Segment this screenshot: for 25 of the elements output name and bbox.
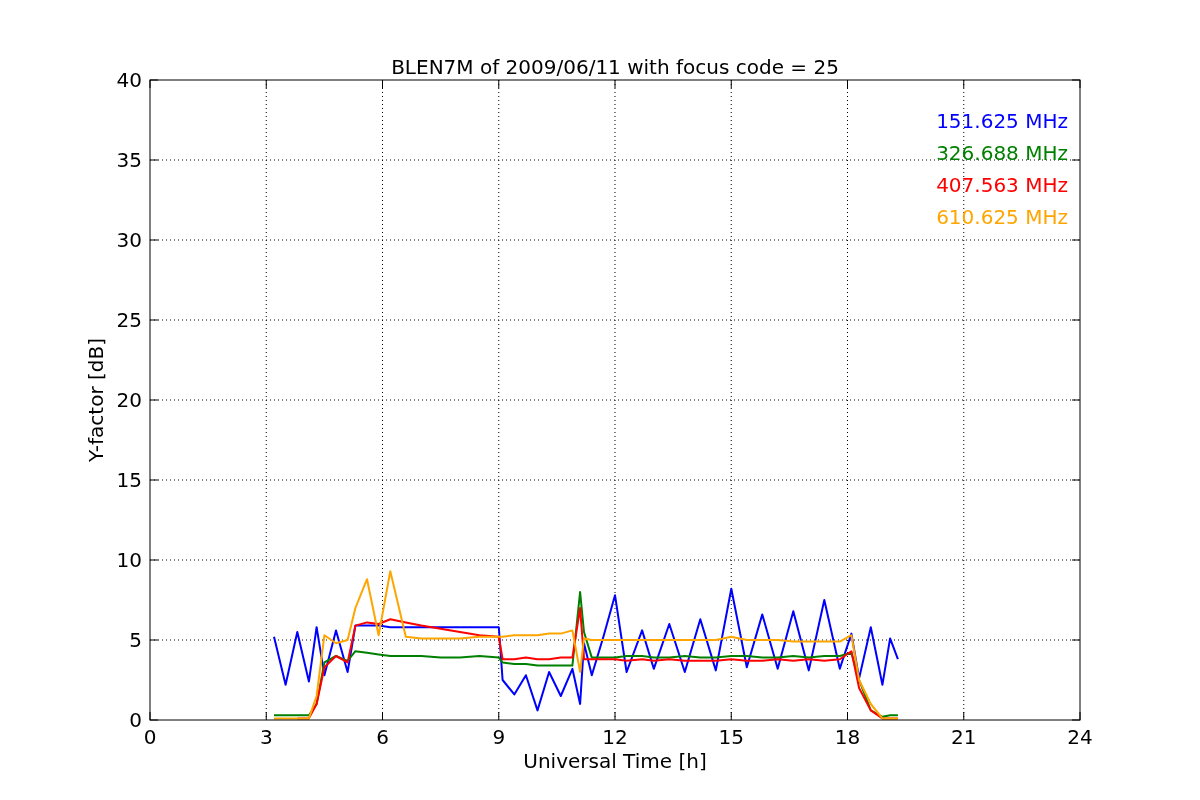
y-tick-label: 0 (129, 708, 142, 732)
x-tick-label: 18 (834, 725, 861, 749)
y-tick-label: 40 (116, 68, 142, 92)
x-tick-label: 24 (1067, 725, 1093, 749)
y-tick-label: 15 (116, 468, 142, 492)
y-tick-label: 30 (116, 228, 142, 252)
legend-label: 610.625 MHz (936, 205, 1068, 229)
y-tick-label: 5 (129, 628, 142, 652)
legend-label: 151.625 MHz (936, 109, 1068, 133)
x-tick-label: 12 (602, 725, 628, 749)
x-axis-label: Universal Time [h] (523, 749, 707, 773)
y-axis-label: Y-factor [dB] (84, 338, 108, 462)
x-tick-label: 21 (951, 725, 977, 749)
y-tick-label: 20 (116, 388, 142, 412)
x-tick-label: 0 (143, 725, 157, 749)
legend-label: 407.563 MHz (936, 173, 1068, 197)
x-tick-label: 9 (492, 725, 506, 749)
y-tick-label: 25 (116, 308, 142, 332)
legend-label: 326.688 MHz (936, 141, 1068, 165)
x-tick-label: 6 (376, 725, 389, 749)
x-tick-label: 3 (259, 725, 273, 749)
y-tick-label: 35 (116, 148, 142, 172)
x-tick-label: 15 (718, 725, 744, 749)
y-tick-label: 10 (116, 548, 142, 572)
chart-title: BLEN7M of 2009/06/11 with focus code = 25 (391, 55, 839, 79)
